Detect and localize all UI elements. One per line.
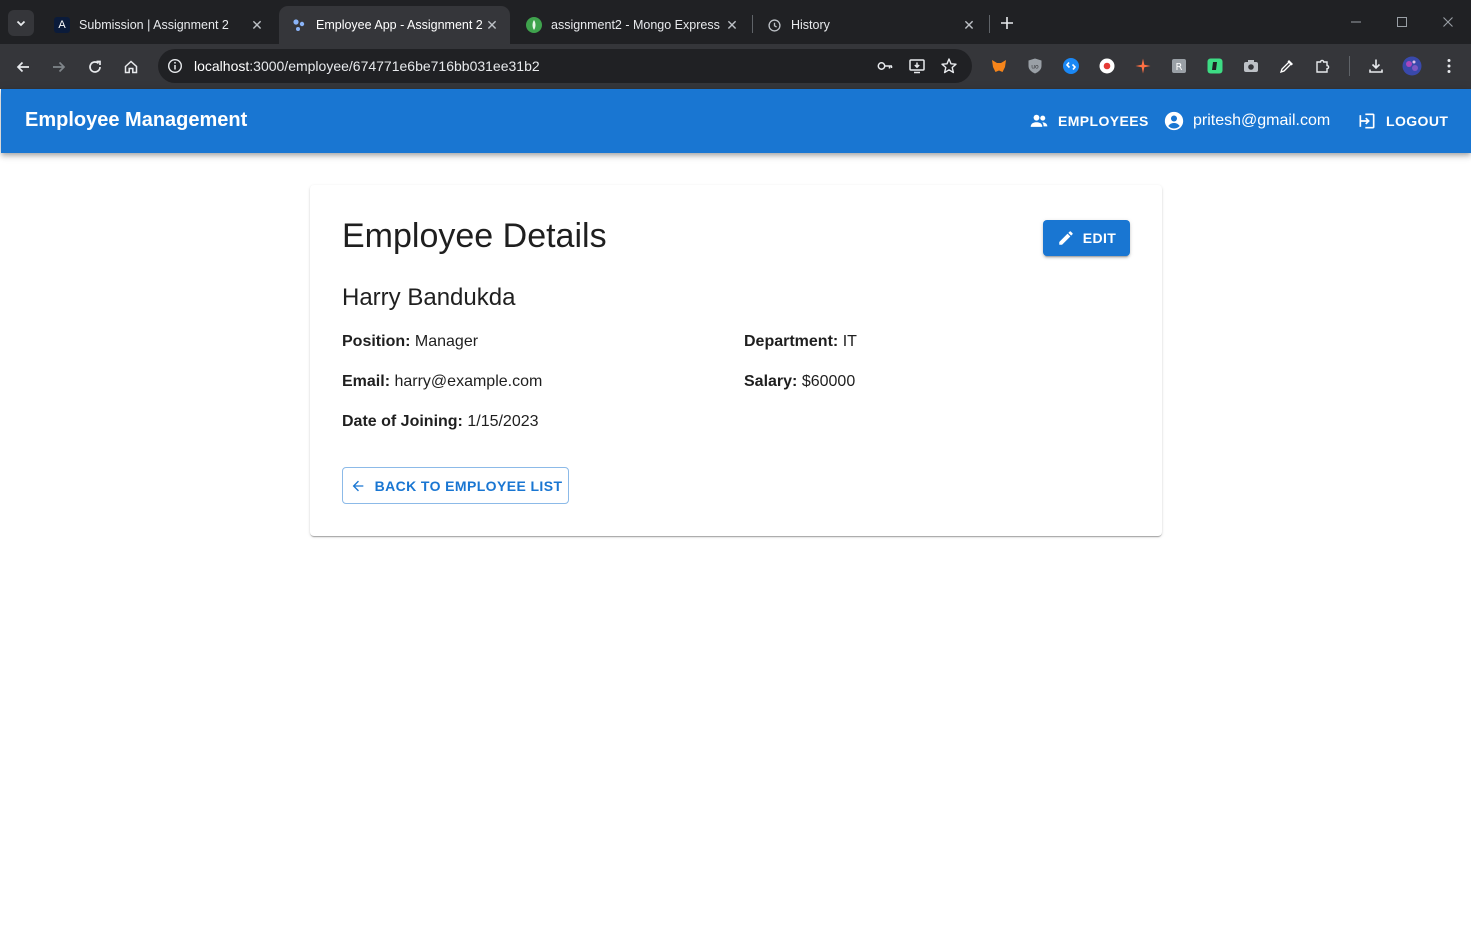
plus-icon (1001, 17, 1013, 29)
maximize-button[interactable] (1392, 12, 1412, 32)
reload-icon (89, 60, 101, 73)
tab-employee-app[interactable]: Employee App - Assignment 2 ✕ (279, 6, 510, 44)
app-brand-title: Employee Management (25, 109, 248, 131)
tab-search-button[interactable] (8, 10, 34, 36)
window-close-button[interactable] (1438, 12, 1458, 32)
field-salary: Salary: $60000 (744, 373, 855, 391)
svg-text:uo: uo (1031, 64, 1039, 71)
mongo-leaf-icon (526, 17, 542, 33)
browser-toolbar: localhost:3000/employee/674771e6be716bb0… (0, 44, 1471, 89)
tab-title: Employee App - Assignment 2 (316, 18, 483, 32)
field-label: Position: (342, 333, 411, 350)
url-host: localhost (194, 58, 250, 74)
field-department: Department: IT (744, 333, 857, 351)
url-text[interactable]: localhost:3000/employee/674771e6be716bb0… (194, 58, 540, 74)
logout-button[interactable]: LOGOUT (1356, 108, 1448, 134)
spark-extension-icon[interactable] (1133, 56, 1153, 76)
tab-title: assignment2 - Mongo Express (551, 18, 720, 32)
app-icon (291, 17, 307, 33)
arrow-left-icon (349, 477, 367, 495)
green-extension-icon[interactable] (1205, 56, 1225, 76)
camera-extension-icon[interactable] (1241, 56, 1261, 76)
record-extension-icon[interactable] (1097, 56, 1117, 76)
password-key-icon[interactable] (876, 57, 894, 75)
field-value: IT (842, 333, 857, 350)
minimize-button[interactable] (1346, 12, 1366, 32)
pencil-icon (1057, 229, 1075, 247)
field-position: Position: Manager (342, 333, 478, 351)
tab-separator (752, 15, 753, 33)
downloads-icon[interactable] (1366, 56, 1386, 76)
forward-nav-button[interactable] (46, 54, 72, 80)
install-app-icon[interactable] (908, 57, 926, 75)
history-icon (766, 17, 782, 33)
home-icon (124, 60, 138, 74)
employee-details-card: Employee Details EDIT Harry Bandukda Pos… (310, 185, 1162, 536)
tab-title: Submission | Assignment 2 (79, 18, 229, 32)
field-date-of-joining: Date of Joining: 1/15/2023 (342, 413, 539, 431)
profile-avatar-icon[interactable] (1402, 56, 1422, 76)
tab-title: History (791, 18, 830, 32)
logout-label: LOGOUT (1386, 113, 1449, 129)
url-path: :3000/employee/674771e6be716bb031ee31b2 (249, 58, 540, 74)
site-info-icon[interactable] (166, 57, 184, 75)
back-to-list-button[interactable]: BACK TO EMPLOYEE LIST (342, 467, 569, 504)
edit-button[interactable]: EDIT (1043, 220, 1130, 256)
home-button[interactable] (118, 54, 144, 80)
browser-tab-strip: A Submission | Assignment 2 ✕ Employee A… (0, 0, 1471, 44)
grid-extension-icon[interactable]: R (1169, 56, 1189, 76)
page-title: Employee Details (342, 217, 607, 255)
app-header: Employee Management EMPLOYEES pritesh@gm… (1, 89, 1471, 153)
tab-history[interactable]: History ✕ (754, 6, 987, 44)
account-circle-icon (1163, 110, 1185, 132)
minimize-icon (1351, 21, 1361, 23)
close-icon[interactable]: ✕ (484, 17, 500, 33)
logout-icon (1356, 110, 1378, 132)
shazam-extension-icon[interactable] (1061, 56, 1081, 76)
tab-mongo-express[interactable]: assignment2 - Mongo Express ✕ (514, 6, 750, 44)
maximize-icon (1397, 17, 1407, 27)
field-value: harry@example.com (394, 373, 543, 390)
field-label: Email: (342, 373, 391, 390)
employees-nav-label: EMPLOYEES (1058, 113, 1149, 129)
metamask-extension-icon[interactable] (989, 56, 1009, 76)
field-email: Email: harry@example.com (342, 373, 542, 391)
back-button-label: BACK TO EMPLOYEE LIST (374, 477, 563, 494)
user-email: pritesh@gmail.com (1193, 112, 1331, 129)
eyedropper-extension-icon[interactable] (1277, 56, 1297, 76)
letter-a-icon: A (54, 17, 70, 33)
employee-name: Harry Bandukda (342, 284, 516, 311)
close-icon[interactable]: ✕ (724, 17, 740, 33)
field-label: Date of Joining: (342, 413, 463, 430)
tab-submission[interactable]: A Submission | Assignment 2 ✕ (42, 6, 275, 44)
employees-nav-button[interactable]: EMPLOYEES (1028, 108, 1149, 134)
tab-separator (989, 15, 990, 33)
close-icon[interactable]: ✕ (249, 17, 265, 33)
edit-button-label: EDIT (1082, 230, 1117, 246)
new-tab-button[interactable] (995, 11, 1019, 35)
svg-text:R: R (1176, 62, 1183, 73)
field-value: Manager (414, 333, 479, 350)
field-label: Department: (744, 333, 839, 350)
close-icon (1443, 17, 1453, 27)
close-icon[interactable]: ✕ (961, 17, 977, 33)
field-label: Salary: (744, 373, 798, 390)
arrow-right-icon (53, 61, 66, 73)
extensions-puzzle-icon[interactable] (1313, 56, 1333, 76)
field-value: 1/15/2023 (467, 413, 539, 430)
user-account-button[interactable]: pritesh@gmail.com (1163, 108, 1330, 134)
reload-button[interactable] (82, 54, 108, 80)
address-bar[interactable]: localhost:3000/employee/674771e6be716bb0… (158, 49, 972, 83)
bookmark-star-icon[interactable] (940, 57, 958, 75)
arrow-left-icon (16, 61, 29, 73)
back-nav-button[interactable] (10, 54, 36, 80)
ublock-extension-icon[interactable]: uo (1025, 56, 1045, 76)
chevron-down-icon (16, 20, 26, 27)
browser-menu-icon[interactable] (1439, 56, 1459, 76)
people-icon (1028, 110, 1050, 132)
field-value: $60000 (801, 373, 856, 390)
toolbar-separator (1349, 56, 1350, 76)
